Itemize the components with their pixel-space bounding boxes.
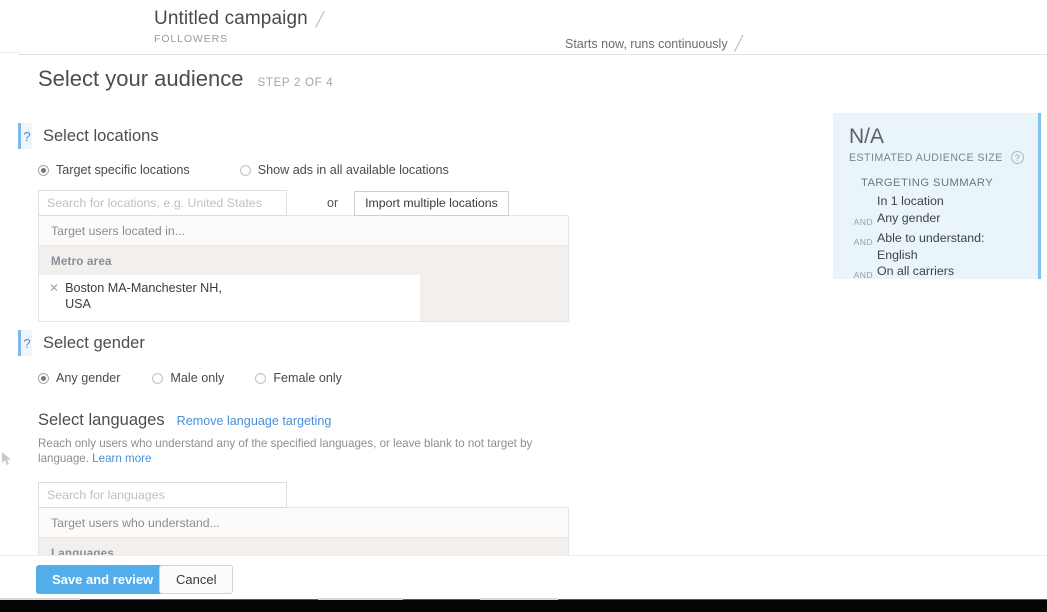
radio-male-only[interactable]: Male only xyxy=(152,371,224,385)
language-target-header: Target users who understand... xyxy=(39,508,568,538)
select-gender-header: ? Select gender xyxy=(18,330,342,356)
radio-female-only[interactable]: Female only xyxy=(255,371,342,385)
campaign-title: Untitled campaign xyxy=(154,8,308,30)
targeting-summary-card: N/A ESTIMATED AUDIENCE SIZE ? TARGETING … xyxy=(833,113,1041,279)
radio-label: Male only xyxy=(170,371,224,385)
location-target-panel: Target users located in... Metro area ✕ … xyxy=(38,215,569,322)
page-title: Select your audience xyxy=(38,66,243,92)
header-divider-stub xyxy=(0,52,20,53)
step-indicator: STEP 2 OF 4 xyxy=(257,77,333,89)
select-languages-section: Select languages Remove language targeti… xyxy=(38,411,569,567)
radio-label: Female only xyxy=(273,371,342,385)
radio-label: Show ads in all available locations xyxy=(258,163,449,177)
radio-label: Any gender xyxy=(56,371,120,385)
radio-label: Target specific locations xyxy=(56,163,190,177)
header-divider xyxy=(18,54,1047,55)
list-item: AND Able to understand: English xyxy=(833,230,1038,263)
location-search-row: or Import multiple locations xyxy=(38,190,569,216)
section-title: Select gender xyxy=(43,334,145,353)
radio-dot xyxy=(240,165,251,176)
radio-any-gender[interactable]: Any gender xyxy=(38,371,120,385)
list-item-text: Any gender xyxy=(877,210,940,231)
location-chip-label: Boston MA-Manchester NH,USA xyxy=(65,280,222,312)
help-icon[interactable]: ? xyxy=(18,330,32,356)
campaign-info: Untitled campaign ╱ FOLLOWERS xyxy=(154,8,324,45)
language-search-row xyxy=(38,482,569,508)
radio-dot xyxy=(38,373,49,384)
radio-show-all-locations[interactable]: Show ads in all available locations xyxy=(240,163,449,177)
section-title: Select locations xyxy=(43,127,159,146)
conjunction: AND xyxy=(849,230,877,263)
list-item: AND On all carriers xyxy=(833,263,1038,284)
estimated-audience-size-row: ESTIMATED AUDIENCE SIZE ? xyxy=(833,149,1038,164)
select-languages-header: Select languages Remove language targeti… xyxy=(38,411,569,430)
or-label: or xyxy=(327,196,338,210)
page-title-row: Select your audience STEP 2 OF 4 xyxy=(38,66,333,92)
targeting-summary-label: TARGETING SUMMARY xyxy=(833,164,1038,189)
campaign-schedule: Starts now, runs continuously ╱ xyxy=(565,35,743,52)
pencil-icon[interactable]: ╱ xyxy=(735,35,743,52)
select-locations-header: ? Select locations xyxy=(18,123,569,149)
list-item-text: In 1 location xyxy=(877,193,944,210)
pencil-icon[interactable]: ╱ xyxy=(316,11,324,28)
learn-more-link[interactable]: Learn more xyxy=(92,452,151,465)
language-search-input[interactable] xyxy=(38,482,287,508)
section-title: Select languages xyxy=(38,411,165,430)
os-taskbar xyxy=(0,600,1047,612)
location-group-label: Metro area xyxy=(39,246,568,275)
location-target-body: Metro area ✕ Boston MA-Manchester NH,USA xyxy=(39,246,568,321)
radio-target-specific-locations[interactable]: Target specific locations xyxy=(38,163,190,177)
list-item: AND Any gender xyxy=(833,210,1038,231)
help-icon[interactable]: ? xyxy=(18,123,32,149)
location-scope-radio-group: Target specific locations Show ads in al… xyxy=(38,163,569,177)
mouse-cursor-icon xyxy=(2,452,13,466)
campaign-header: Untitled campaign ╱ FOLLOWERS Starts now… xyxy=(0,0,1047,52)
conjunction: AND xyxy=(849,210,877,231)
close-icon[interactable]: ✕ xyxy=(49,280,59,296)
location-chip: ✕ Boston MA-Manchester NH,USA xyxy=(39,275,420,321)
import-multiple-locations-button[interactable]: Import multiple locations xyxy=(354,191,509,216)
radio-dot xyxy=(38,165,49,176)
select-gender-section: ? Select gender Any gender Male only Fem… xyxy=(18,330,342,385)
save-and-review-button[interactable]: Save and review xyxy=(36,565,169,594)
radio-dot xyxy=(255,373,266,384)
targeting-summary-list: In 1 location AND Any gender AND Able to… xyxy=(833,189,1038,284)
languages-description: Reach only users who understand any of t… xyxy=(38,436,554,466)
estimated-audience-size-value: N/A xyxy=(833,113,1038,149)
estimated-audience-size-label: ESTIMATED AUDIENCE SIZE xyxy=(849,152,1003,164)
list-item-text: On all carriers xyxy=(877,263,954,284)
gender-radio-group: Any gender Male only Female only xyxy=(38,371,342,385)
help-icon[interactable]: ? xyxy=(1011,151,1024,164)
schedule-text: Starts now, runs continuously xyxy=(565,37,728,51)
list-item: In 1 location xyxy=(833,193,1038,210)
location-search-input[interactable] xyxy=(38,190,287,216)
conjunction: AND xyxy=(849,263,877,284)
location-target-header: Target users located in... xyxy=(39,216,568,246)
list-item-text: Able to understand: English xyxy=(877,230,984,263)
select-locations-section: ? Select locations Target specific locat… xyxy=(18,123,569,322)
remove-language-targeting-link[interactable]: Remove language targeting xyxy=(177,414,332,428)
footer-bar: Save and review Cancel xyxy=(0,555,1047,600)
cancel-button[interactable]: Cancel xyxy=(159,565,233,594)
radio-dot xyxy=(152,373,163,384)
campaign-objective: FOLLOWERS xyxy=(154,33,324,45)
conjunction xyxy=(849,193,877,210)
